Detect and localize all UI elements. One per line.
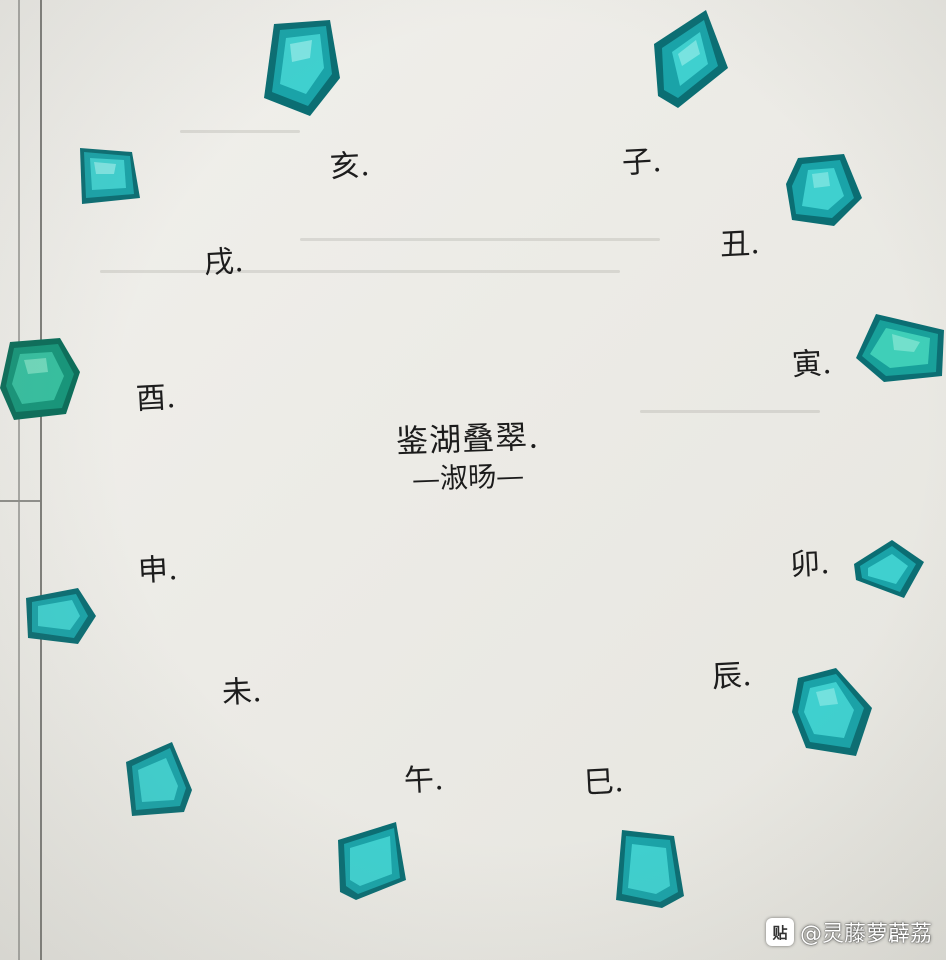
show-through-mark (300, 238, 660, 241)
emerald-gem-top-right (648, 10, 730, 110)
branch-label-hai: 亥. (329, 147, 371, 186)
center-subtitle: —淑旸— (411, 459, 525, 496)
branch-label-chou: 丑. (719, 225, 761, 264)
branch-label-chen: 辰. (711, 657, 753, 696)
show-through-mark (180, 130, 300, 133)
branch-label-si: 巳. (583, 763, 625, 802)
tieba-icon: 贴 (765, 918, 794, 946)
branch-label-zi: 子. (621, 143, 663, 182)
emerald-gem-bottom-right (614, 826, 686, 910)
margin-line (40, 0, 42, 960)
photo-scene: 亥. 子. 丑. 寅. 卯. 辰. 巳. 午. 未. 申. 酉. 戌. 鉴湖叠翠… (0, 0, 946, 960)
branch-label-wu: 午. (403, 761, 445, 800)
emerald-gem-right-middle (850, 540, 926, 600)
branch-label-mao: 卯. (789, 545, 831, 584)
margin-line (18, 0, 20, 960)
emerald-gem-upper-left (76, 144, 142, 208)
emerald-gem-bottom-center (336, 822, 408, 902)
branch-label-xu: 戌. (203, 243, 245, 282)
emerald-gem-right-upper (784, 154, 864, 230)
emerald-gem-left (0, 338, 82, 422)
emerald-gem-top-left (260, 18, 342, 118)
watermark: 贴 @灵藤萝薜荔 (765, 916, 932, 948)
branch-label-you: 酉. (135, 379, 177, 418)
emerald-gem-left-lower (22, 588, 98, 648)
emerald-gem-right-lower (792, 668, 874, 760)
margin-rule (0, 500, 40, 502)
watermark-handle: @灵藤萝薜荔 (799, 922, 932, 947)
branch-label-wei: 未. (221, 673, 263, 712)
show-through-mark (100, 270, 620, 273)
branch-label-shen: 申. (137, 551, 179, 590)
show-through-mark (640, 410, 820, 413)
branch-label-yin: 寅. (791, 345, 833, 384)
emerald-gem-right (854, 314, 946, 384)
emerald-gem-bottom-left (124, 742, 194, 818)
